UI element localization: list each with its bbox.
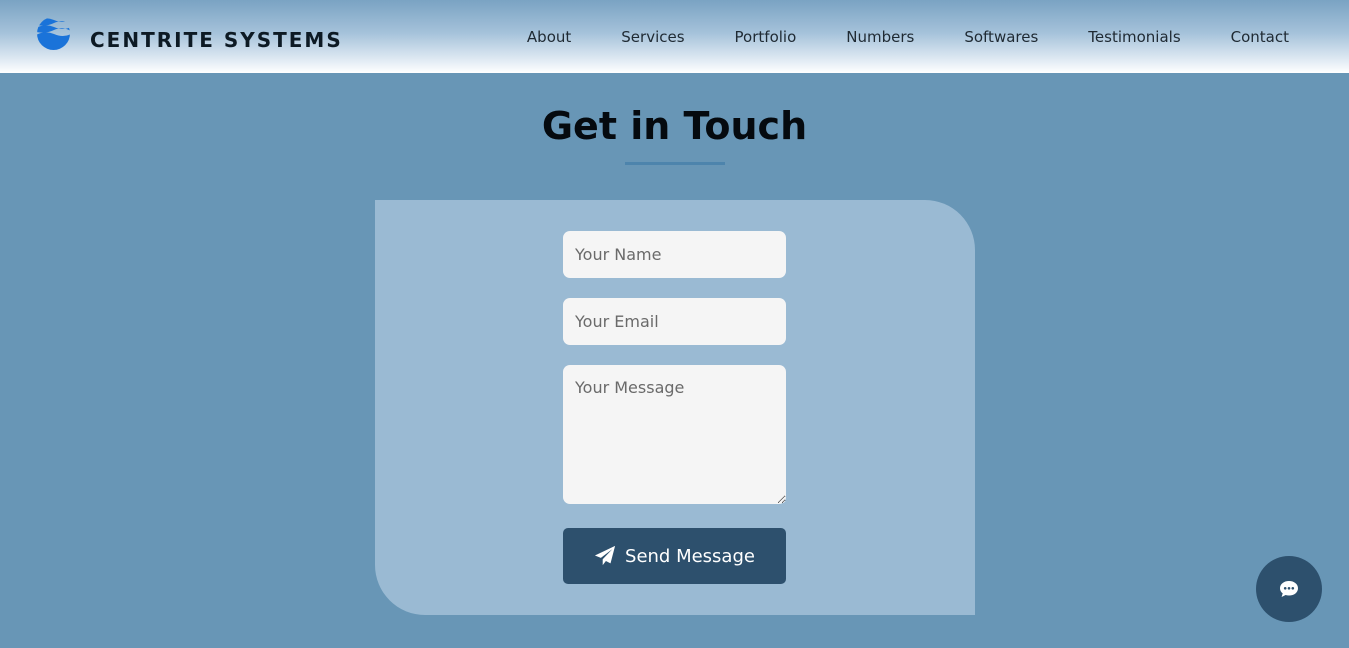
chat-widget-button[interactable] — [1256, 556, 1322, 622]
brand-name: CENTRITE SYSTEMS — [90, 28, 343, 52]
chat-bubble-icon — [1280, 581, 1298, 597]
nav-item-contact[interactable]: Contact — [1231, 27, 1289, 47]
nav-item-portfolio[interactable]: Portfolio — [735, 27, 797, 47]
site-header: CENTRITE SYSTEMS About Services Portfoli… — [0, 0, 1349, 73]
wave-globe-icon — [37, 18, 70, 50]
send-message-button[interactable]: Send Message — [563, 528, 786, 584]
name-field[interactable] — [563, 231, 786, 278]
email-field[interactable] — [563, 298, 786, 345]
nav-item-numbers[interactable]: Numbers — [846, 27, 914, 47]
brand-logo[interactable]: CENTRITE SYSTEMS — [36, 15, 343, 52]
nav-item-testimonials[interactable]: Testimonials — [1088, 27, 1180, 47]
send-message-label: Send Message — [625, 545, 755, 567]
main-nav: About Services Portfolio Numbers Softwar… — [527, 27, 1289, 47]
nav-item-about[interactable]: About — [527, 27, 571, 47]
contact-form: Send Message — [375, 200, 975, 615]
section-title: Get in Touch — [541, 104, 808, 148]
title-underline — [625, 162, 725, 165]
paper-plane-icon — [594, 545, 616, 566]
message-field[interactable] — [563, 365, 786, 504]
nav-item-services[interactable]: Services — [621, 27, 684, 47]
nav-item-softwares[interactable]: Softwares — [964, 27, 1038, 47]
